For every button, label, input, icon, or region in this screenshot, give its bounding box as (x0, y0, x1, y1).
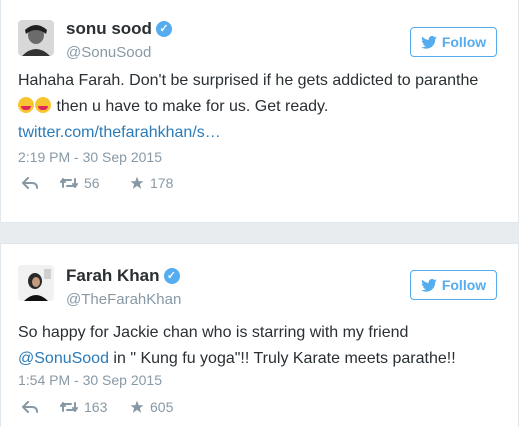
twitter-bird-icon (421, 278, 437, 292)
mention-link[interactable]: @SonuSood (18, 350, 109, 367)
tweet-link[interactable]: twitter.com/thefarahkhan/s… (18, 124, 221, 141)
tweet-actions: 56 178 (22, 175, 190, 191)
retweet-button[interactable]: 163 (60, 399, 130, 415)
tweet-text-line1: So happy for Jackie chan who is starring… (18, 324, 409, 341)
tweet-text: So happy for Jackie chan who is starring… (18, 320, 508, 372)
author-name[interactable]: sonu sood (66, 19, 152, 39)
retweet-button[interactable]: 56 (60, 175, 130, 191)
author-handle[interactable]: @SonuSood (66, 44, 151, 61)
follow-button[interactable]: Follow (410, 270, 497, 300)
favorite-button[interactable]: 178 (130, 175, 190, 191)
author-handle[interactable]: @TheFarahKhan (66, 291, 181, 308)
retweet-count: 163 (84, 399, 108, 415)
tweet-timestamp[interactable]: 1:54 PM - 30 Sep 2015 (18, 372, 162, 388)
face-savoring-food-emoji-icon (18, 97, 34, 113)
face-savoring-food-emoji-icon (35, 97, 51, 113)
verified-badge-icon: ✓ (163, 268, 180, 284)
tweet-text-part2: then u have to make for us. Get ready. (52, 98, 329, 115)
reply-button[interactable] (22, 177, 60, 189)
verified-badge-icon: ✓ (155, 21, 172, 37)
author-name-row[interactable]: Farah Khan ✓ (66, 266, 180, 286)
favorite-button[interactable]: 605 (130, 399, 190, 415)
retweet-icon (60, 402, 78, 412)
reply-icon (22, 401, 38, 413)
reply-icon (22, 177, 38, 189)
tweet-timestamp[interactable]: 2:19 PM - 30 Sep 2015 (18, 149, 162, 165)
avatar[interactable] (18, 20, 54, 56)
retweet-count: 56 (84, 175, 100, 191)
follow-label: Follow (441, 34, 487, 50)
tweet-card: sonu sood ✓ @SonuSood Follow Hahaha Fara… (0, 0, 519, 223)
star-icon (130, 400, 144, 413)
twitter-bird-icon (421, 35, 437, 49)
tweet-text-line2: in " Kung fu yoga"!! Truly Karate meets … (108, 350, 456, 367)
tweet-text-part1: Hahaha Farah. Don't be surprised if he g… (18, 72, 479, 89)
tweet-text: Hahaha Farah. Don't be surprised if he g… (18, 68, 508, 146)
author-name[interactable]: Farah Khan (66, 266, 160, 286)
follow-label: Follow (441, 277, 487, 293)
avatar[interactable] (18, 265, 54, 301)
star-icon (130, 176, 144, 189)
follow-button[interactable]: Follow (410, 27, 497, 57)
tweet-card: Farah Khan ✓ @TheFarahKhan Follow So hap… (0, 243, 519, 427)
reply-button[interactable] (22, 401, 60, 413)
favorite-count: 605 (150, 399, 174, 415)
favorite-count: 178 (150, 175, 174, 191)
retweet-icon (60, 178, 78, 188)
tweet-actions: 163 605 (22, 399, 190, 415)
author-name-row[interactable]: sonu sood ✓ (66, 19, 172, 39)
